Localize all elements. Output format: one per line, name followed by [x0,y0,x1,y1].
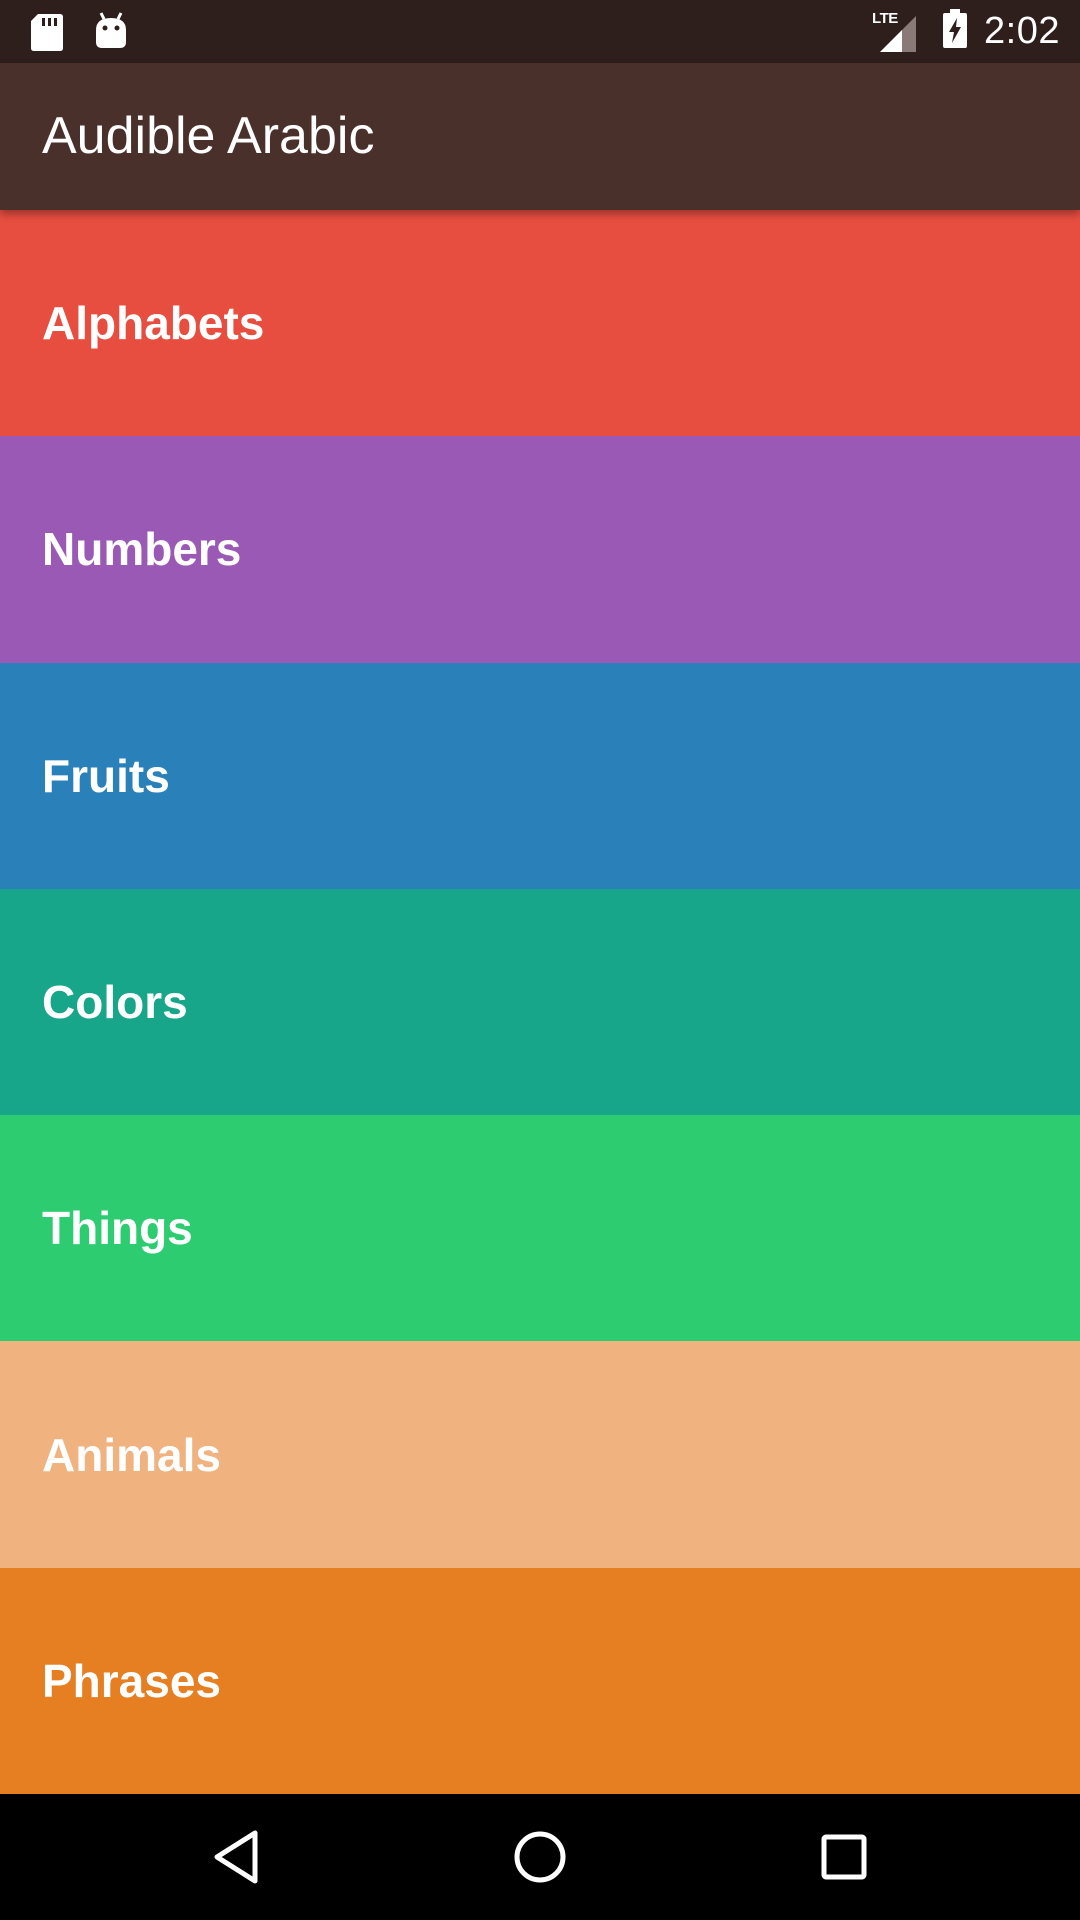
category-item-fruits[interactable]: Fruits [0,662,1080,889]
lte-signal-icon: LTE [872,10,920,54]
category-list: Alphabets Numbers Fruits Colors Things A… [0,210,1080,1795]
category-item-things[interactable]: Things [0,1115,1080,1342]
recents-button[interactable] [806,1819,882,1895]
android-debug-icon [94,12,128,55]
status-right-group: LTE 2:02 [872,0,1060,63]
category-label: Colors [42,976,188,1029]
category-label: Things [42,1202,193,1255]
status-time: 2:02 [984,10,1060,52]
navigation-bar [0,1794,1080,1920]
home-button[interactable] [502,1819,578,1895]
recents-icon [821,1834,867,1880]
home-icon [514,1831,566,1883]
back-button[interactable] [198,1819,274,1895]
back-icon [214,1830,258,1884]
battery-charging-icon [942,9,968,54]
category-item-colors[interactable]: Colors [0,888,1080,1116]
app-bar: Audible Arabic [0,63,1080,210]
screen: LTE 2:02 Audible Arabic Alphabets Number… [0,0,1080,1920]
category-label: Numbers [42,523,242,576]
sd-card-icon [30,12,64,57]
app-title: Audible Arabic [42,107,375,165]
category-item-numbers[interactable]: Numbers [0,436,1080,663]
category-label: Animals [42,1428,221,1481]
category-label: Phrases [42,1654,222,1707]
status-bar: LTE 2:02 [0,0,1080,63]
category-item-animals[interactable]: Animals [0,1341,1080,1568]
category-label: Fruits [42,749,170,802]
category-item-phrases[interactable]: Phrases [0,1567,1080,1795]
category-label: Alphabets [42,297,265,350]
category-item-alphabets[interactable]: Alphabets [0,210,1080,437]
